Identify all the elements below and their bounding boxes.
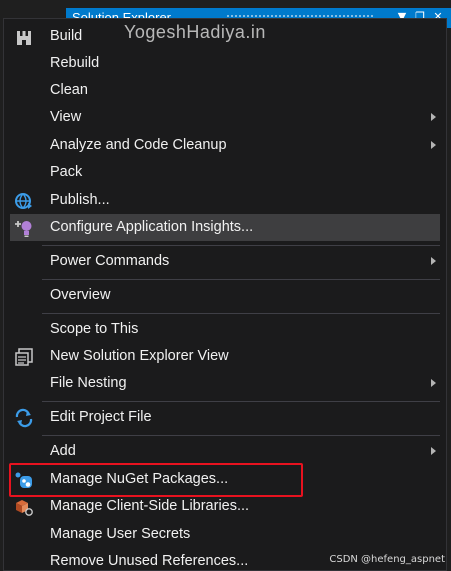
build-icon (17, 31, 31, 45)
menu-item-label: Overview (50, 287, 111, 303)
menu-item-label: Power Commands (50, 253, 170, 269)
menu-item-label: Rebuild (50, 55, 100, 71)
menu-item-label: Analyze and Code Cleanup (50, 137, 227, 153)
submenu-arrow-icon (431, 257, 436, 265)
edit-refresh-icon (15, 408, 33, 428)
watermark: YogeshHadiya.in (124, 22, 266, 42)
highlight-callout-box (9, 463, 303, 497)
submenu-arrow-icon (431, 141, 436, 149)
menu-item-overview[interactable]: Overview (10, 282, 440, 309)
menu-item-label: Add (50, 443, 76, 459)
menu-item-label: New Solution Explorer View (50, 348, 229, 364)
menu-item-label: Manage Client-Side Libraries... (50, 498, 250, 514)
submenu-arrow-icon (431, 379, 436, 387)
screenshot-root: Solution Explorer ▼ ❐ ✕ Build Rebuild Cl… (0, 0, 451, 571)
client-libraries-icon (16, 500, 33, 516)
menu-item-clean[interactable]: Clean (10, 77, 440, 104)
menu-separator (42, 435, 440, 436)
submenu-arrow-icon (431, 447, 436, 455)
menu-item-label: Remove Unused References... (50, 553, 249, 569)
menu-item-label: Publish... (50, 192, 110, 208)
menu-separator (42, 279, 440, 280)
menu-item-publish[interactable]: Publish... (10, 187, 440, 214)
submenu-arrow-icon (431, 113, 436, 121)
menu-item-label: Pack (50, 164, 83, 180)
menu-item-label: Build (50, 28, 83, 44)
menu-item-power-commands[interactable]: Power Commands (10, 248, 440, 275)
menu-item-label: Scope to This (50, 321, 139, 337)
menu-item-configure-application-insights[interactable]: Configure Application Insights... (10, 214, 440, 241)
lightbulb-icon (15, 221, 32, 237)
menu-item-label: View (50, 109, 82, 125)
menu-item-label: Configure Application Insights... (50, 219, 254, 235)
menu-item-edit-project-file[interactable]: Edit Project File (10, 404, 440, 431)
menu-item-new-solution-explorer-view[interactable]: New Solution Explorer View (10, 343, 440, 370)
solution-explorer-view-icon (15, 348, 33, 366)
globe-icon (15, 193, 32, 209)
menu-item-pack[interactable]: Pack (10, 159, 440, 186)
menu-item-view[interactable]: View (10, 104, 440, 131)
menu-item-manage-user-secrets[interactable]: Manage User Secrets (10, 521, 440, 548)
menu-item-file-nesting[interactable]: File Nesting (10, 370, 440, 397)
menu-item-label: File Nesting (50, 375, 127, 391)
menu-item-label: Clean (50, 82, 88, 98)
menu-separator (42, 245, 440, 246)
menu-item-manage-client-side-libraries[interactable]: Manage Client-Side Libraries... (10, 493, 440, 520)
menu-item-analyze-and-code-cleanup[interactable]: Analyze and Code Cleanup (10, 132, 440, 159)
menu-item-scope-to-this[interactable]: Scope to This (10, 316, 440, 343)
menu-item-rebuild[interactable]: Rebuild (10, 50, 440, 77)
menu-separator (42, 313, 440, 314)
menu-separator (42, 401, 440, 402)
menu-item-add[interactable]: Add (10, 438, 440, 465)
menu-item-label: Edit Project File (50, 409, 152, 425)
menu-item-label: Manage User Secrets (50, 526, 191, 542)
credit-watermark: CSDN @hefeng_aspnet (329, 554, 445, 565)
